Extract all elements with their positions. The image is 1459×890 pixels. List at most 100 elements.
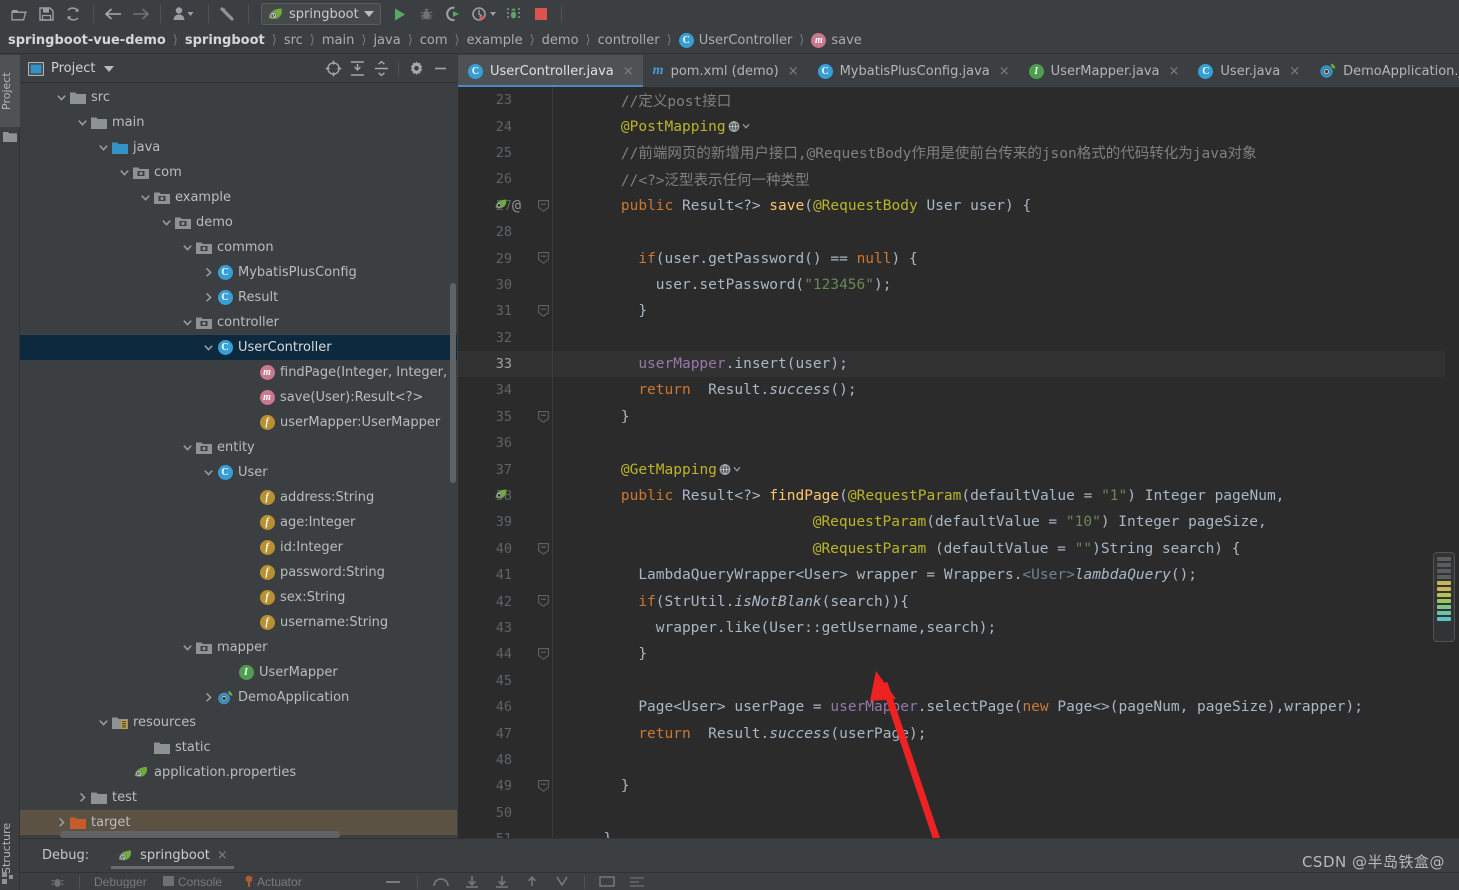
update-project-icon[interactable] <box>215 2 241 26</box>
close-icon[interactable]: × <box>999 64 1010 79</box>
editor-gutter[interactable]: 47 <box>458 720 586 747</box>
tree-node-test[interactable]: test <box>20 785 457 810</box>
code-line[interactable]: 26 //<?>泛型表示任何一种类型 <box>458 166 1459 193</box>
spring-endpoint-gutter-icon[interactable] <box>494 198 508 211</box>
debug-settings-icon[interactable] <box>50 875 65 889</box>
code-line[interactable]: 30 user.setPassword("123456"); <box>458 271 1459 299</box>
project-tree[interactable]: src main java com example demo common C MybatisP… <box>20 83 457 838</box>
chevron-right-icon[interactable] <box>202 266 215 279</box>
editor-gutter[interactable]: 49 <box>458 773 586 800</box>
code-line[interactable]: 25 //前端网页的新增用户接口,@RequestBody作用是使前台传来的jso… <box>458 139 1459 167</box>
chevron-right-icon[interactable] <box>202 691 215 704</box>
profiler-icon[interactable] <box>468 2 500 26</box>
code-line[interactable]: 37 @GetMapping <box>458 456 1459 483</box>
editor-gutter[interactable]: 28 <box>458 218 586 246</box>
chevron-right-icon[interactable] <box>55 816 68 829</box>
code-line[interactable]: 38public Result<?> findPage(@RequestPara… <box>458 482 1459 510</box>
editor-gutter[interactable]: 48 <box>458 746 586 774</box>
breadcrumb-item-com[interactable]: com <box>420 33 448 48</box>
editor-gutter[interactable]: 43 <box>458 614 586 642</box>
chevron-down-icon[interactable] <box>181 441 194 454</box>
breadcrumb-item-example[interactable]: example <box>467 33 523 48</box>
project-tree-scrollbar[interactable] <box>449 83 457 838</box>
code-fold-icon[interactable] <box>538 305 549 318</box>
tree-node-entity[interactable]: entity <box>20 435 457 460</box>
breadcrumb-item-demo[interactable]: demo <box>542 33 579 48</box>
step-out-icon[interactable] <box>524 875 540 888</box>
chevron-down-icon[interactable] <box>202 466 215 479</box>
code-fold-icon[interactable] <box>538 542 549 555</box>
debug-icon[interactable] <box>414 2 440 26</box>
chevron-down-icon[interactable] <box>181 241 194 254</box>
debug-session-tab[interactable]: springboot × <box>111 839 234 873</box>
folder-icon[interactable] <box>3 131 17 143</box>
editor-gutter[interactable]: 37 <box>458 456 586 483</box>
editor-tab-demoapplication-java[interactable]: DemoApplication.java <box>1309 55 1459 87</box>
editor-gutter[interactable]: 42 <box>458 588 586 615</box>
breadcrumb-item-class[interactable]: C UserController <box>678 33 792 48</box>
code-line[interactable]: 35} <box>458 403 1459 431</box>
step-over-icon[interactable] <box>432 876 450 888</box>
chevron-down-icon[interactable] <box>97 141 110 154</box>
close-icon[interactable]: × <box>788 64 799 79</box>
tree-node-age-integer[interactable]: f age:Integer <box>20 510 457 535</box>
tree-node-java[interactable]: java <box>20 135 457 160</box>
close-icon[interactable]: × <box>623 64 634 79</box>
editor-gutter[interactable]: 34 <box>458 377 586 404</box>
editor-gutter[interactable]: 23 <box>458 87 586 114</box>
chevron-down-icon[interactable] <box>160 216 173 229</box>
actuator-tab-icon[interactable]: Actuator <box>243 875 309 888</box>
code-line[interactable]: 42 if (StrUtil. isNotBlank (search)){ <box>458 588 1459 615</box>
editor-scrollbar[interactable] <box>1445 87 1459 838</box>
stop-icon[interactable] <box>528 2 554 26</box>
hide-panel-icon[interactable] <box>429 58 451 80</box>
editor-gutter[interactable]: 25 <box>458 139 586 167</box>
editor-gutter[interactable]: 36 <box>458 430 586 457</box>
tree-node-id-integer[interactable]: f id:Integer <box>20 535 457 560</box>
chevron-down-icon[interactable] <box>202 341 215 354</box>
chevron-down-icon[interactable] <box>181 316 194 329</box>
step-into-icon[interactable] <box>464 875 480 888</box>
tree-node-demoapplication[interactable]: DemoApplication <box>20 685 457 710</box>
tree-node-common[interactable]: common <box>20 235 457 260</box>
editor-gutter[interactable]: 39 <box>458 509 586 536</box>
forward-arrow-icon[interactable] <box>127 2 153 26</box>
chevron-down-icon[interactable] <box>139 191 152 204</box>
chevron-right-icon[interactable] <box>76 791 89 804</box>
code-line[interactable]: 43 wrapper.like(User::getUsername,search)… <box>458 614 1459 642</box>
tree-node-findpage-integer-integer[interactable]: m findPage(Integer, Integer, <box>20 360 457 385</box>
code-fold-icon[interactable] <box>538 252 549 265</box>
editor-tab-usercontroller-java[interactable]: C UserController.java × <box>458 55 643 87</box>
stripe-tab-project[interactable]: Project <box>0 55 20 127</box>
web-mapping-inlay-icon[interactable] <box>719 463 745 476</box>
code-line[interactable]: 50 <box>458 799 1459 826</box>
code-line[interactable]: 29 if (user.getPassword() == null) { <box>458 245 1459 272</box>
editor-gutter[interactable]: 40 <box>458 535 586 563</box>
code-fold-icon[interactable] <box>538 780 549 793</box>
tree-node-address-string[interactable]: f address:String <box>20 485 457 510</box>
editor-tab-pom-xml-demo[interactable]: m pom.xml (demo) × <box>643 55 808 87</box>
chevron-right-icon[interactable] <box>202 291 215 304</box>
code-line[interactable]: 34 return Result. success (); <box>458 377 1459 404</box>
code-line[interactable]: 47 return Result. success (userPage); <box>458 720 1459 747</box>
project-tree-hscrollbar[interactable] <box>60 831 340 838</box>
tree-node-mapper[interactable]: mapper <box>20 635 457 660</box>
scroll-from-source-icon[interactable] <box>322 58 344 80</box>
close-icon[interactable]: × <box>1289 64 1300 79</box>
run-with-coverage-icon[interactable] <box>441 2 467 26</box>
editor-tab-user-java[interactable]: C User.java × <box>1188 55 1309 87</box>
code-line[interactable]: 31} <box>458 298 1459 325</box>
structure-icon[interactable] <box>2 872 18 886</box>
code-line[interactable]: 41 LambdaQueryWrapper<User> wrapper = Wra… <box>458 562 1459 589</box>
breadcrumb-item-module[interactable]: springboot <box>185 33 265 48</box>
code-line[interactable]: 28 <box>458 218 1459 246</box>
editor-gutter[interactable]: 44 <box>458 641 586 668</box>
tree-node-mybatisplusconfig[interactable]: C MybatisPlusConfig <box>20 260 457 285</box>
force-step-into-icon[interactable] <box>494 875 510 888</box>
code-fold-icon[interactable] <box>538 199 549 212</box>
tree-node-demo[interactable]: demo <box>20 210 457 235</box>
code-editor[interactable]: 23 //定义post接口 24 @PostMapping 25 //前端网页的新增用户接… <box>458 87 1459 838</box>
chevron-down-icon[interactable] <box>104 65 115 72</box>
chevron-down-icon[interactable] <box>97 716 110 729</box>
breadcrumb-item-java[interactable]: java <box>373 33 400 48</box>
